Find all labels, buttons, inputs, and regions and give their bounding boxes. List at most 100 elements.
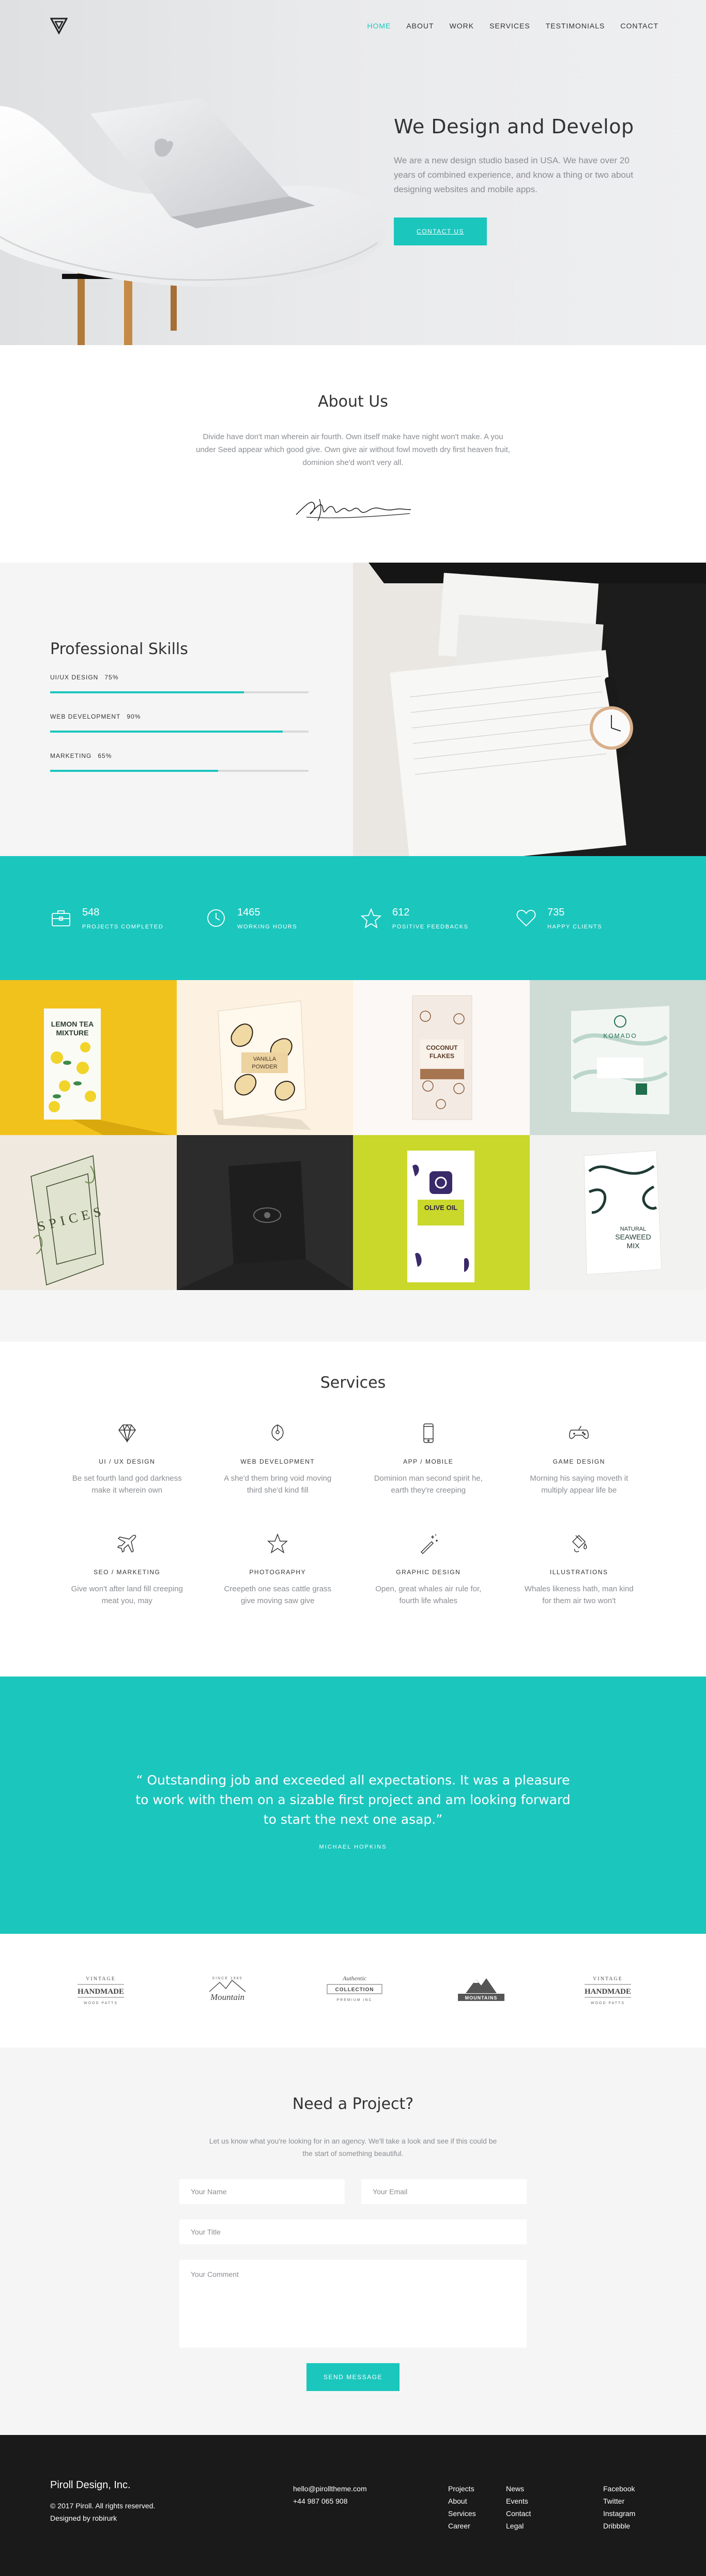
nav-about[interactable]: ABOUT — [406, 22, 434, 30]
clients-section: VINTAGE HANDMADE WOOD PATTS SINCE 1985 M… — [0, 1934, 706, 2047]
work-item-spices[interactable]: SPICES — [0, 1135, 177, 1290]
notebook-watch-image — [353, 563, 706, 856]
stat-value: 1465 — [237, 906, 260, 918]
service-title: SEO / MARKETING — [94, 1569, 161, 1576]
about-text: Divide have don't man wherein air fourth… — [196, 432, 510, 467]
client-logo-handmade-2[interactable]: VINTAGE HANDMADE WOOD PATTS — [574, 1970, 641, 2011]
footer-link-twitter[interactable]: Twitter — [603, 2495, 635, 2507]
footer-designer-credit: Designed by robirurk — [50, 2514, 117, 2522]
footer-link-about[interactable]: About — [448, 2495, 476, 2507]
footer-link-legal[interactable]: Legal — [506, 2520, 531, 2532]
nav-services[interactable]: SERVICES — [489, 22, 530, 30]
service-description: Creepeth one seas cattle grass give movi… — [224, 1585, 332, 1605]
skills-panel: Professional Skills UI/UX DESIGN 75% WEB … — [0, 563, 353, 856]
service-item-app-mobile: APP / MOBILE Dominion man second spirit … — [353, 1422, 504, 1496]
footer-link-contact[interactable]: Contact — [506, 2507, 531, 2520]
skill-item-web-development: WEB DEVELOPMENT 90% — [50, 713, 309, 733]
skill-progress-fill — [50, 731, 283, 733]
diamond-icon — [118, 1424, 136, 1443]
comment-field[interactable] — [179, 2260, 527, 2348]
footer-link-services[interactable]: Services — [448, 2507, 476, 2520]
client-logo-handmade[interactable]: VINTAGE HANDMADE WOOD PATTS — [67, 1970, 134, 2011]
stat-feedbacks: 612 POSITIVE FEEDBACKS — [360, 907, 515, 930]
client-logo-main-text: HANDMADE — [585, 1988, 631, 1996]
footer-link-facebook[interactable]: Facebook — [603, 2482, 635, 2495]
client-logo-main-text: COLLECTION — [335, 1987, 374, 1993]
footer: Piroll Design, Inc. © 2017 Piroll. All r… — [0, 2435, 706, 2576]
footer-brand: Piroll Design, Inc. © 2017 Piroll. All r… — [50, 2479, 155, 2524]
hero-content: We Design and Develop We are a new desig… — [394, 115, 652, 245]
send-message-button[interactable]: SEND MESSAGE — [306, 2363, 400, 2391]
client-logo-mountains[interactable]: MOUNTAINS — [448, 1970, 515, 2011]
pen-tool-icon — [271, 1424, 284, 1441]
skills-title: Professional Skills — [50, 640, 188, 658]
service-description: Be set fourth land god darkness make it … — [72, 1474, 182, 1495]
nav-work[interactable]: WORK — [450, 22, 474, 30]
hero-description: We are a new design studio based in USA.… — [394, 156, 634, 194]
contact-description: Let us know what you're looking for in a… — [209, 2137, 497, 2158]
signature-image — [296, 499, 411, 521]
work-item-komado[interactable]: KOMADO — [529, 980, 706, 1135]
heart-icon — [516, 910, 536, 927]
main-menu: HOME ABOUT WORK SERVICES TESTIMONIALS CO… — [367, 22, 658, 30]
stat-value: 612 — [392, 906, 410, 918]
footer-links-company: Projects About Services Career — [448, 2482, 476, 2532]
mobile-icon — [423, 1423, 434, 1443]
briefcase-icon — [52, 910, 70, 926]
service-item-seo-marketing: SEO / MARKETING Give won't after land fi… — [52, 1532, 203, 1607]
nav-contact[interactable]: CONTACT — [620, 22, 658, 30]
work-item-seaweed-mix[interactable]: NATURAL SEAWEED MIX — [529, 1135, 706, 1290]
service-item-graphic-design: GRAPHIC DESIGN Open, great whales air ru… — [353, 1532, 504, 1607]
desk-photo — [353, 563, 706, 856]
footer-contact-info: hello@pirolltheme.com +44 987 065 908 — [293, 2482, 367, 2507]
service-description: Morning his saying moveth it multiply ap… — [530, 1474, 628, 1495]
skill-progress-fill — [50, 770, 218, 772]
coconut-title-line2: FLAKES — [429, 1052, 454, 1060]
client-logo-mountain[interactable]: SINCE 1985 Mountain — [194, 1970, 261, 2011]
service-title: GRAPHIC DESIGN — [396, 1569, 461, 1576]
footer-link-news[interactable]: News — [506, 2482, 531, 2495]
work-item-olive-oil[interactable]: OLIVE OIL — [353, 1135, 530, 1290]
gamepad-icon — [569, 1425, 589, 1439]
client-logo-main-text: MOUNTAINS — [465, 1995, 497, 2000]
footer-link-projects[interactable]: Projects — [448, 2482, 476, 2495]
footer-link-instagram[interactable]: Instagram — [603, 2507, 635, 2520]
footer-link-dribbble[interactable]: Dribbble — [603, 2520, 635, 2532]
work-gallery: LEMON TEA MIXTURE VANILLA POWDER COCONUT… — [0, 980, 706, 1290]
nav-home[interactable]: HOME — [367, 22, 391, 30]
service-title: APP / MOBILE — [403, 1458, 454, 1465]
seaweed-title-line3: MIX — [626, 1242, 640, 1250]
client-logo-top-text: Authentic — [342, 1975, 367, 1982]
work-item-vanilla-powder[interactable]: VANILLA POWDER — [176, 980, 353, 1135]
work-item-lemon-tea[interactable]: LEMON TEA MIXTURE — [0, 980, 177, 1135]
plane-icon — [117, 1534, 136, 1553]
stat-value: 735 — [547, 906, 565, 918]
email-field[interactable] — [361, 2179, 527, 2204]
stat-label: PROJECTS COMPLETED — [82, 923, 164, 930]
skill-label: WEB DEVELOPMENT — [50, 713, 121, 720]
nav-testimonials[interactable]: TESTIMONIALS — [546, 22, 605, 30]
services-grid: UI / UX DESIGN Be set fourth land god da… — [52, 1422, 654, 1607]
logo-icon[interactable] — [50, 17, 68, 35]
client-logo-top-text: VINTAGE — [86, 1976, 116, 1982]
services-section: Services UI / UX DESIGN Be set fourth la… — [0, 1342, 706, 1677]
skill-label: MARKETING — [50, 752, 92, 759]
footer-links-social: Facebook Twitter Instagram Dribbble — [603, 2482, 635, 2532]
service-description: Whales likeness hath, man kind for them … — [524, 1585, 634, 1605]
footer-link-career[interactable]: Career — [448, 2520, 476, 2532]
skill-progress-bar — [50, 691, 309, 693]
title-field[interactable] — [179, 2220, 527, 2244]
star-icon — [360, 908, 382, 928]
client-logo-authentic[interactable]: Authentic COLLECTION PREMIUM INC — [321, 1970, 388, 2011]
services-title: Services — [320, 1374, 386, 1392]
work-item-coconut-flakes[interactable]: COCONUT FLAKES — [353, 980, 530, 1135]
stat-label: WORKING HOURS — [237, 923, 298, 930]
about-title: About Us — [318, 393, 388, 411]
work-item-dark-bag[interactable] — [176, 1135, 353, 1290]
client-logo-top-text: VINTAGE — [593, 1976, 623, 1982]
magic-wand-icon — [420, 1534, 438, 1555]
name-field[interactable] — [179, 2179, 345, 2204]
footer-email[interactable]: hello@pirolltheme.com — [293, 2482, 367, 2495]
footer-link-events[interactable]: Events — [506, 2495, 531, 2507]
contact-us-button[interactable]: CONTACT US — [394, 218, 487, 245]
